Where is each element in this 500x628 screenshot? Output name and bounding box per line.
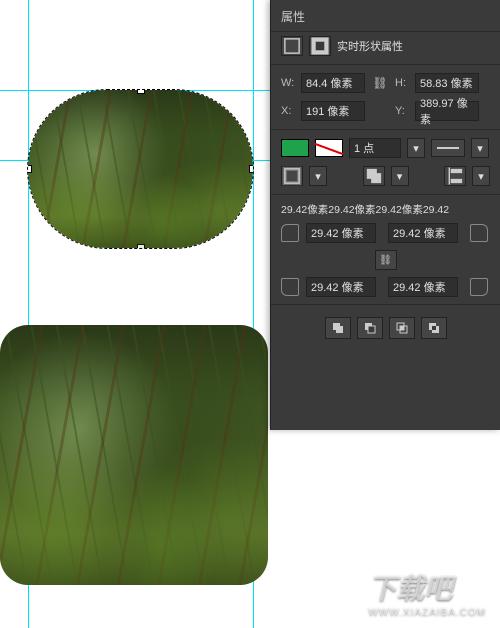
transform-handle[interactable] xyxy=(28,166,31,172)
pathfinder-intersect-button[interactable] xyxy=(389,317,415,339)
caret-down-icon[interactable]: ▾ xyxy=(472,166,490,186)
path-operations-dropdown[interactable] xyxy=(363,166,385,186)
watermark-text: 下载吧 xyxy=(368,573,452,604)
transform-handle[interactable] xyxy=(250,166,253,172)
live-shape-icon[interactable] xyxy=(309,36,331,56)
corner-tr-icon xyxy=(470,224,488,242)
stroke-style-caret-icon[interactable]: ▾ xyxy=(471,138,489,158)
corner-tl-input[interactable]: 29.42 像素 xyxy=(306,223,376,243)
rounded-rect-shape-2[interactable] xyxy=(0,325,268,585)
corner-tr-input[interactable]: 29.42 像素 xyxy=(388,223,458,243)
corner-br-icon xyxy=(470,278,488,296)
height-label: H: xyxy=(395,77,409,89)
y-label: Y: xyxy=(395,105,409,117)
stroke-style-dropdown[interactable] xyxy=(431,139,465,157)
y-input[interactable]: 389.97 像素 xyxy=(415,101,479,121)
corner-tl-icon xyxy=(281,224,299,242)
properties-panel: 属性 实时形状属性 W: 84.4 像素 ⛓ H: 58.83 像素 X: 19… xyxy=(270,0,500,430)
link-corners-icon[interactable]: ⛓ xyxy=(375,250,397,270)
align-edges-dropdown[interactable] xyxy=(444,166,466,186)
watermark-url: WWW.XIAZAIBA.COM xyxy=(368,607,486,618)
stroke-weight-dropdown-icon[interactable]: ▾ xyxy=(407,138,425,158)
transform-handle[interactable] xyxy=(28,90,31,93)
pathfinder-subtract-button[interactable] xyxy=(357,317,383,339)
corner-radius-summary: 29.42像素29.42像素29.42像素29.42 xyxy=(271,199,500,220)
transform-handle[interactable] xyxy=(28,245,31,248)
section-title: 实时形状属性 xyxy=(337,38,403,54)
stroke-color-swatch[interactable] xyxy=(315,139,343,157)
bounding-box-icon[interactable] xyxy=(281,36,303,56)
width-label: W: xyxy=(281,77,295,89)
caret-down-icon[interactable]: ▾ xyxy=(309,166,327,186)
pathfinder-unite-button[interactable] xyxy=(325,317,351,339)
stroke-weight-input[interactable]: 1 点 xyxy=(349,138,401,158)
x-label: X: xyxy=(281,105,295,117)
rounded-rect-shape-selected[interactable] xyxy=(28,90,253,248)
transform-handle[interactable] xyxy=(250,90,253,93)
caret-down-icon[interactable]: ▾ xyxy=(391,166,409,186)
transform-handle[interactable] xyxy=(250,245,253,248)
corner-br-input[interactable]: 29.42 像素 xyxy=(388,277,458,297)
stroke-align-dropdown[interactable] xyxy=(281,166,303,186)
transform-handle[interactable] xyxy=(138,90,144,93)
panel-tab-properties[interactable]: 属性 xyxy=(271,4,500,32)
corner-bl-input[interactable]: 29.42 像素 xyxy=(306,277,376,297)
corner-bl-icon xyxy=(281,278,299,296)
fill-color-swatch[interactable] xyxy=(281,139,309,157)
link-wh-icon[interactable]: ⛓ xyxy=(371,76,389,90)
pathfinder-exclude-button[interactable] xyxy=(421,317,447,339)
x-input[interactable]: 191 像素 xyxy=(301,101,365,121)
height-input[interactable]: 58.83 像素 xyxy=(415,73,479,93)
transform-handle[interactable] xyxy=(138,245,144,248)
width-input[interactable]: 84.4 像素 xyxy=(301,73,365,93)
watermark: 下载吧 WWW.XIAZAIBA.COM xyxy=(368,567,486,618)
